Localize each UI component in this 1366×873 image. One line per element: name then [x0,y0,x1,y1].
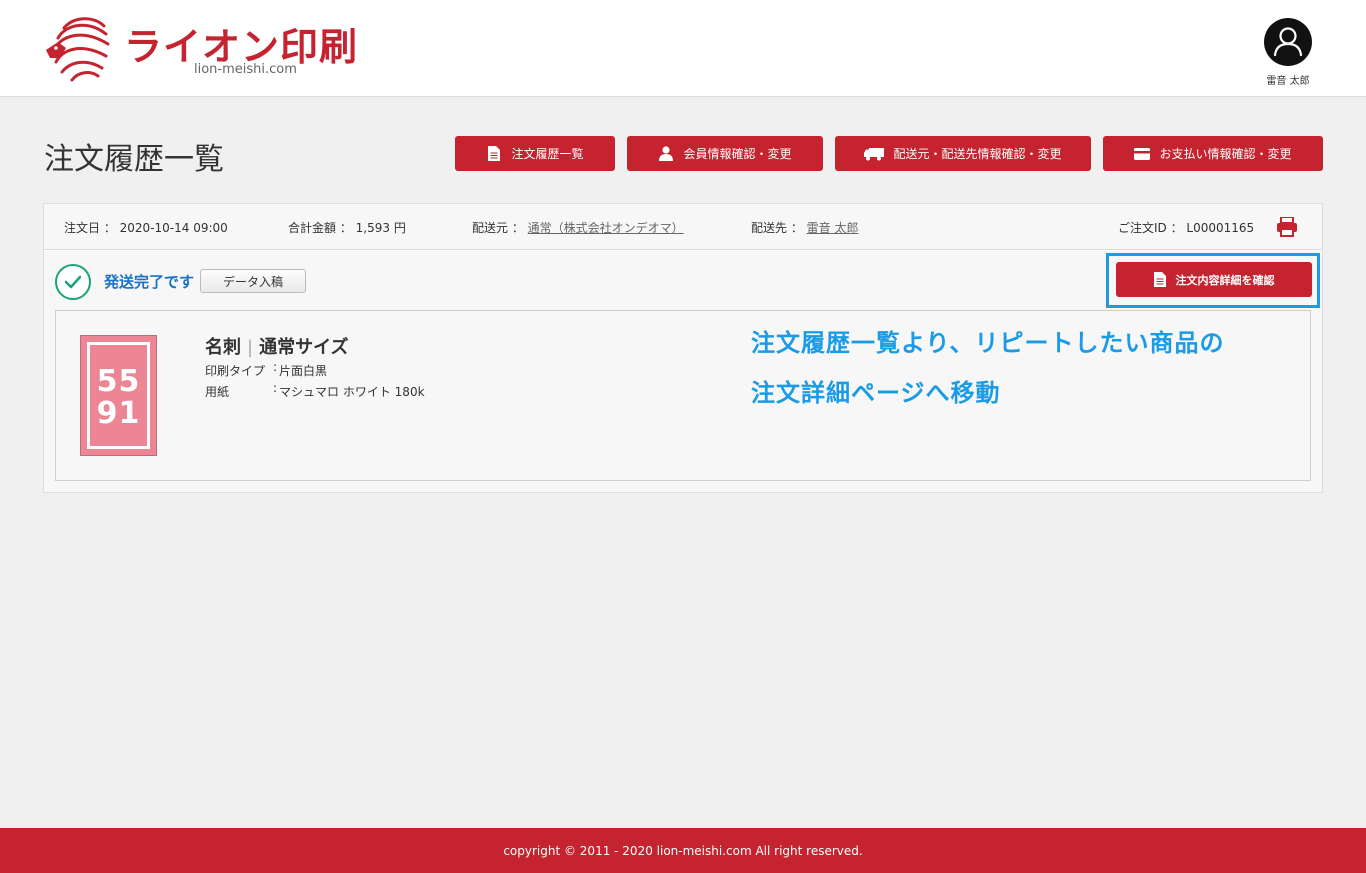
user-menu[interactable]: 雷音 太郎 [1252,18,1324,88]
thumbnail-frame: 55 91 [87,342,150,449]
spec-print-type: 印刷タイプ: 片面白黒 [205,360,328,379]
ship-from-link[interactable]: 通常（株式会社オンデオマ） [528,221,684,235]
thumbnail-top-number: 55 [96,364,141,399]
printer-icon[interactable] [1276,217,1298,237]
copyright-text: copyright © 2011 - 2020 lion-meishi.com … [503,843,863,858]
order-total-value: 1,593 円 [355,221,406,235]
annotation-line-2: 注文詳細ページへ移動 [751,379,1001,407]
order-date: 注文日 ： 2020-10-14 09:00 [64,221,228,235]
item-title: 名刺 | 通常サイズ [205,333,349,359]
order-total-label: 合計金額 [288,221,337,235]
order-date-value: 2020-10-14 09:00 [119,221,228,235]
person-icon [658,146,674,162]
spec-colon: : [273,360,278,374]
ship-to-link[interactable]: 雷音 太郎 [807,221,859,235]
credit-card-icon [1134,146,1151,162]
spec-paper: 用紙: マシュマロ ホワイト 180k [205,381,425,400]
site-header: ライオン印刷 lion-meishi.com 雷音 太郎 [0,0,1366,97]
order-total: 合計金額 ： 1,593 円 [288,221,406,235]
nav-label: 会員情報確認・変更 [683,147,792,161]
truck-icon [864,146,885,162]
product-thumbnail: 55 91 [80,335,157,456]
ship-from-label: 配送元 [472,221,509,235]
nav-payment-info-button[interactable]: お支払い情報確認・変更 [1103,136,1323,171]
ship-to-label: 配送先 [751,221,788,235]
thumbnail-bottom-number: 91 [96,396,141,431]
item-card: 55 91 名刺 | 通常サイズ 印刷タイプ: 片面白黒 用紙: マシュマロ ホワイト … [55,310,1311,481]
nav-member-info-button[interactable]: 会員情報確認・変更 [627,136,823,171]
annotation-line-1: 注文履歴一覧より、リピートしたい商品の [751,329,1225,357]
ship-to: 配送先 ： 雷音 太郎 [751,221,859,235]
nav-label: お支払い情報確認・変更 [1159,147,1292,161]
item-size: 通常サイズ [259,337,349,358]
lion-logo-icon [46,17,110,82]
order-panel: 注文日 ： 2020-10-14 09:00 合計金額 ： 1,593 円 配送… [43,203,1323,493]
order-id: ご注文ID ： L00001165 [1118,221,1255,235]
nav-label: 配送元・配送先情報確認・変更 [893,147,1062,161]
title-divider: | [247,337,254,358]
document-icon [1153,272,1166,287]
site-footer: copyright © 2011 - 2020 lion-meishi.com … [0,828,1366,873]
nav-order-history-button[interactable]: 注文履歴一覧 [455,136,615,171]
spec-colon: : [273,381,278,395]
brand-domain: lion-meishi.com [194,62,297,77]
user-icon [1273,27,1303,57]
order-id-value: L00001165 [1186,221,1255,235]
spec-value: 片面白黒 [279,364,328,378]
order-summary: 注文日 ： 2020-10-14 09:00 合計金額 ： 1,593 円 配送… [44,204,1322,250]
spec-key: 用紙 [205,385,230,399]
order-date-label: 注文日 [64,221,101,235]
spec-value: マシュマロ ホワイト 180k [279,385,425,399]
order-item-section: 発送完了です データ入稿 注文内容詳細を確認 55 91 名刺 | 通常サイズ 印刷… [44,251,1322,492]
nav-label: 注文履歴一覧 [511,147,584,161]
ship-from: 配送元 ： 通常（株式会社オンデオマ） [472,221,684,235]
nav-shipping-info-button[interactable]: 配送元・配送先情報確認・変更 [835,136,1091,171]
order-detail-label: 注文内容詳細を確認 [1175,273,1275,287]
page-title: 注文履歴一覧 [44,142,224,177]
avatar[interactable] [1264,18,1312,66]
site-logo[interactable]: ライオン印刷 lion-meishi.com [44,14,374,84]
order-detail-button[interactable]: 注文内容詳細を確認 [1116,262,1312,297]
spec-key: 印刷タイプ [205,364,266,378]
order-id-label: ご注文ID [1118,221,1167,235]
document-icon [486,146,502,162]
item-category: 名刺 [205,337,241,358]
check-circle-icon [55,264,91,300]
data-upload-button[interactable]: データ入稿 [200,269,306,293]
user-name: 雷音 太郎 [1266,76,1310,87]
order-status: 発送完了です [104,273,195,291]
